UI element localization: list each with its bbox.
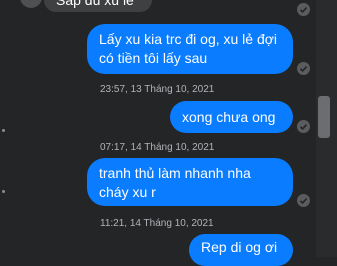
received-message-bubble[interactable]: Sắp đủ xu lẻ: [44, 0, 152, 12]
message-text: Sắp đủ xu lẻ: [56, 0, 134, 8]
left-gutter-dot: [2, 129, 5, 132]
contact-avatar[interactable]: [20, 0, 42, 8]
seen-check-icon: [297, 62, 310, 75]
message-timestamp: 23:57, 13 Tháng 10, 2021: [100, 84, 215, 95]
sent-message-bubble[interactable]: tranh thủ làm nhanh nha cháy xu r: [87, 158, 293, 206]
message-text: tranh thủ làm nhanh nha cháy xu r: [99, 165, 251, 200]
scrollbar-thumb[interactable]: [318, 96, 330, 138]
seen-check-icon: [297, 194, 310, 207]
sent-message-bubble[interactable]: xong chưa ong: [170, 101, 293, 133]
message-timestamp: 07:17, 14 Tháng 10, 2021: [100, 142, 215, 153]
message-text: Lấy xu kia trc đi og, xu lẻ đợi có tiền …: [99, 31, 278, 66]
chat-messages-area[interactable]: Sắp đủ xu lẻ Lấy xu kia trc đi og, xu lẻ…: [0, 0, 316, 266]
message-text: xong chưa ong: [182, 109, 276, 125]
sent-message-bubble[interactable]: Rep di og ơi: [189, 234, 293, 266]
message-text: Rep di og ơi: [201, 239, 278, 255]
message-timestamp: 11:21, 14 Tháng 10, 2021: [100, 218, 214, 229]
sent-message-bubble[interactable]: Lấy xu kia trc đi og, xu lẻ đợi có tiền …: [87, 24, 293, 74]
seen-check-icon: [297, 120, 310, 133]
seen-check-icon: [297, 3, 310, 16]
left-gutter-dot: [2, 190, 5, 193]
